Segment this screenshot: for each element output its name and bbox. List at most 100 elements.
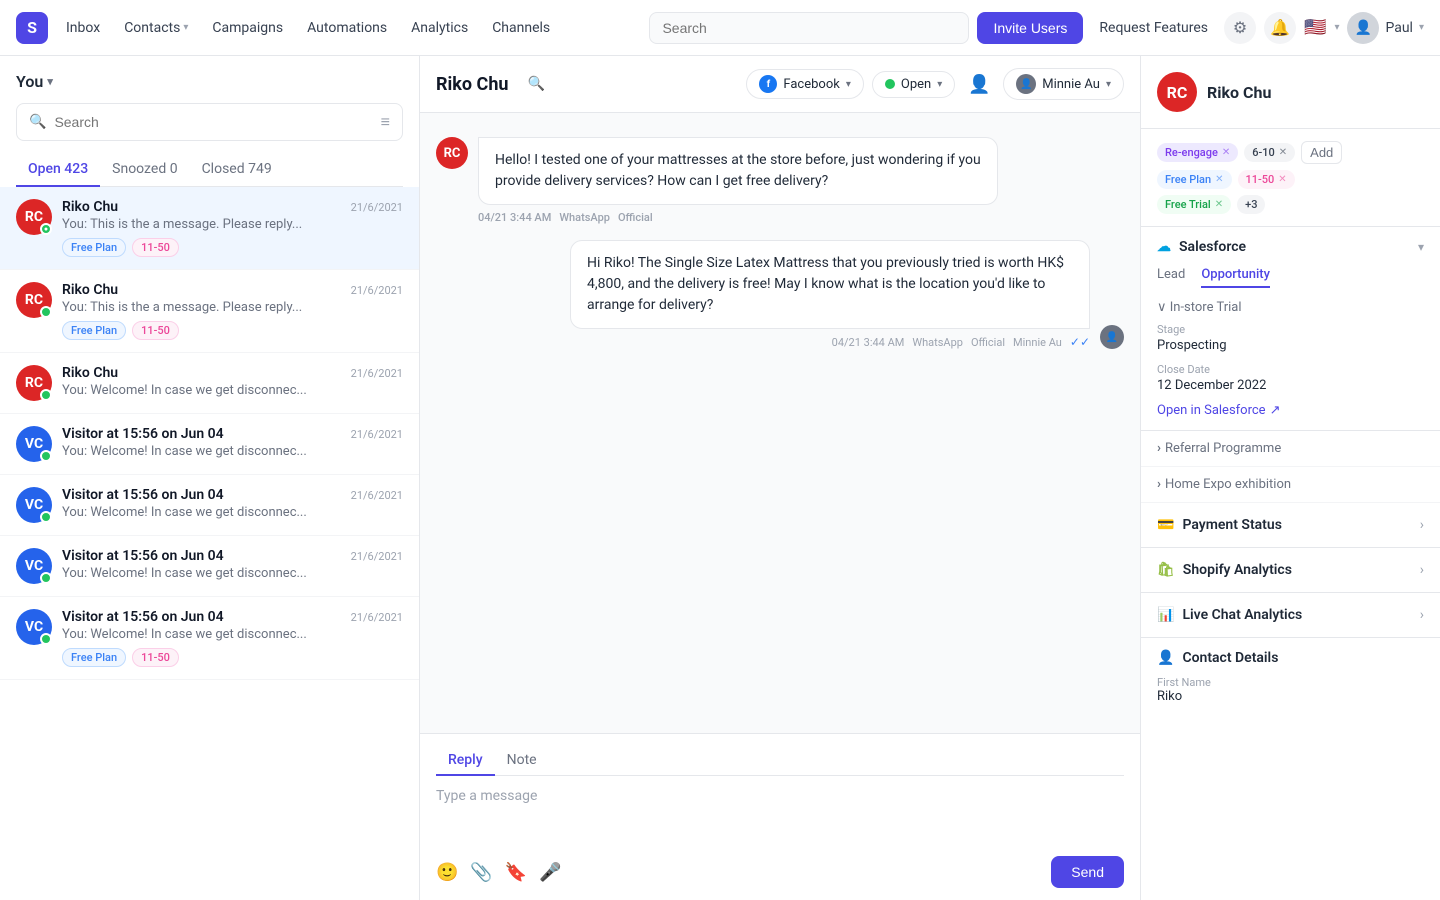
remove-tag-re-engage[interactable]: ✕ [1222,147,1230,158]
live-chat-chevron: › [1420,607,1424,623]
conv-preview: You: Welcome! In case we get disconnec..… [62,383,403,398]
list-item[interactable]: RC Riko Chu 21/6/2021 You: Welcome! In c… [0,353,419,414]
agent-name: Minnie Au [1042,77,1100,92]
reply-input[interactable]: Type a message [436,788,1124,848]
app-logo[interactable]: S [16,12,48,44]
send-button[interactable]: Send [1051,856,1124,888]
reply-actions: 🙂 📎 🔖 🎤 Send [436,856,1124,888]
reply-tabs: Reply Note [436,746,1124,776]
chat-search-button[interactable]: 🔍 [520,68,552,100]
conv-tags: Free Plan 11-50 [62,648,403,667]
list-item[interactable]: VC Visitor at 15:56 on Jun 04 21/6/2021 … [0,597,419,680]
conv-date: 21/6/2021 [351,428,403,441]
tag-free-plan: Free Plan [62,648,126,667]
tab-open[interactable]: Open 423 [16,153,100,187]
emoji-icon[interactable]: 🙂 [436,862,458,883]
search-input[interactable] [649,12,969,44]
live-chat-analytics-section: 📊 Live Chat Analytics › [1141,593,1440,638]
conversations-list: RC ● Riko Chu 21/6/2021 You: This is the… [0,187,419,900]
nav-analytics[interactable]: Analytics [401,14,478,42]
list-item[interactable]: RC ● Riko Chu 21/6/2021 You: This is the… [0,187,419,270]
user-menu[interactable]: 👤 Paul [1347,12,1424,44]
first-name-label: First Name [1157,676,1424,689]
notifications-icon[interactable]: 🔔 [1264,12,1296,44]
remove-tag-11-50[interactable]: ✕ [1278,174,1286,185]
bookmark-icon[interactable]: 🔖 [505,862,527,883]
payment-status-section: 💳 Payment Status › [1141,503,1440,548]
search-icon: 🔍 [29,114,46,130]
language-flag[interactable]: 🇺🇸 [1304,17,1326,38]
tab-lead[interactable]: Lead [1157,267,1185,288]
chat-contact-name: Riko Chu [436,74,508,95]
nav-campaigns[interactable]: Campaigns [202,14,293,42]
agent-selector[interactable]: 👤 Minnie Au [1003,68,1124,100]
remove-tag-6-10[interactable]: ✕ [1279,147,1287,158]
tab-note[interactable]: Note [495,746,549,776]
message-bubble: Hello! I tested one of your mattresses a… [478,137,998,205]
referral-programme-toggle[interactable]: Referral Programme [1141,431,1440,467]
close-date-value: 12 December 2022 [1157,378,1424,393]
invite-users-button[interactable]: Invite Users [977,12,1083,44]
tab-closed[interactable]: Closed 749 [190,153,284,187]
attachment-icon[interactable]: 📎 [470,862,492,883]
list-item[interactable]: VC Visitor at 15:56 on Jun 04 21/6/2021 … [0,475,419,536]
facebook-icon: f [759,75,777,93]
filter-icon[interactable]: ≡ [381,112,390,132]
audio-icon[interactable]: 🎤 [539,862,561,883]
channel-selector[interactable]: f Facebook [746,69,864,99]
remove-tag-free-trial[interactable]: ✕ [1215,199,1223,210]
home-expo-toggle[interactable]: Home Expo exhibition [1141,467,1440,503]
nav-inbox[interactable]: Inbox [56,14,110,42]
list-item[interactable]: VC Visitor at 15:56 on Jun 04 21/6/2021 … [0,414,419,475]
open-in-salesforce-link[interactable]: Open in Salesforce ↗ [1157,403,1424,418]
tags-row-3: Free Trial ✕ +3 [1157,195,1424,214]
top-navigation: S Inbox Contacts Campaigns Automations A… [0,0,1440,56]
payment-status-header[interactable]: 💳 Payment Status › [1141,503,1440,547]
nav-automations[interactable]: Automations [297,14,397,42]
conv-tags: Free Plan 11-50 [62,321,403,340]
tag-free-plan: Free Plan ✕ [1157,170,1232,189]
live-chat-header[interactable]: 📊 Live Chat Analytics › [1141,593,1440,637]
contact-name: Visitor at 15:56 on Jun 04 [62,609,224,625]
salesforce-header[interactable]: ☁ Salesforce [1141,227,1440,267]
assign-agent-icon[interactable]: 👤 [963,68,995,100]
first-name-field: First Name Riko [1157,676,1424,704]
contact-details-section: 👤 Contact Details First Name Riko [1141,638,1440,724]
shopify-title: 🛍 Shopify Analytics [1157,562,1292,578]
in-store-trial-toggle[interactable]: In-store Trial [1157,300,1424,315]
payment-icon: 💳 [1157,517,1174,533]
contact-name: Riko Chu [1207,83,1271,102]
tag-more[interactable]: +3 [1237,195,1265,214]
conv-preview: You: Welcome! In case we get disconnec..… [62,566,403,581]
list-item[interactable]: RC Riko Chu 21/6/2021 You: This is the a… [0,270,419,353]
nav-contacts[interactable]: Contacts [114,14,198,42]
add-tag-button[interactable]: Add [1301,141,1342,164]
shopify-icon: 🛍 [1157,562,1175,578]
tag-free-plan: Free Plan [62,321,126,340]
list-item[interactable]: VC Visitor at 15:56 on Jun 04 21/6/2021 … [0,536,419,597]
agent-chevron [1106,79,1111,90]
shopify-header[interactable]: 🛍 Shopify Analytics › [1141,548,1440,592]
user-avatar: 👤 [1347,12,1379,44]
conv-date: 21/6/2021 [351,201,403,214]
remove-tag-free-plan[interactable]: ✕ [1215,174,1223,185]
nav-channels[interactable]: Channels [482,14,560,42]
agent-avatar: 👤 [1016,74,1036,94]
status-selector[interactable]: Open [872,71,955,98]
user-chevron [1419,22,1424,33]
you-chevron [47,75,53,88]
you-dropdown[interactable]: You [16,72,403,91]
message-bubble: Hi Riko! The Single Size Latex Mattress … [570,240,1090,329]
settings-icon[interactable]: ⚙ [1224,12,1256,44]
contact-tags-section: Re-engage ✕ 6-10 ✕ Add Free Plan ✕ 11-50… [1141,129,1440,227]
tag-free-plan: Free Plan [62,238,126,257]
request-features-link[interactable]: Request Features [1091,20,1216,36]
sender-avatar: RC [436,137,468,169]
message-seen-icon: ✓✓ [1070,335,1090,349]
conv-preview: You: This is the a message. Please reply… [62,217,403,232]
search-input[interactable] [54,114,372,130]
tab-reply[interactable]: Reply [436,746,495,776]
tab-opportunity[interactable]: Opportunity [1201,267,1270,288]
tab-snoozed[interactable]: Snoozed 0 [100,153,189,187]
payment-chevron: › [1420,517,1424,533]
